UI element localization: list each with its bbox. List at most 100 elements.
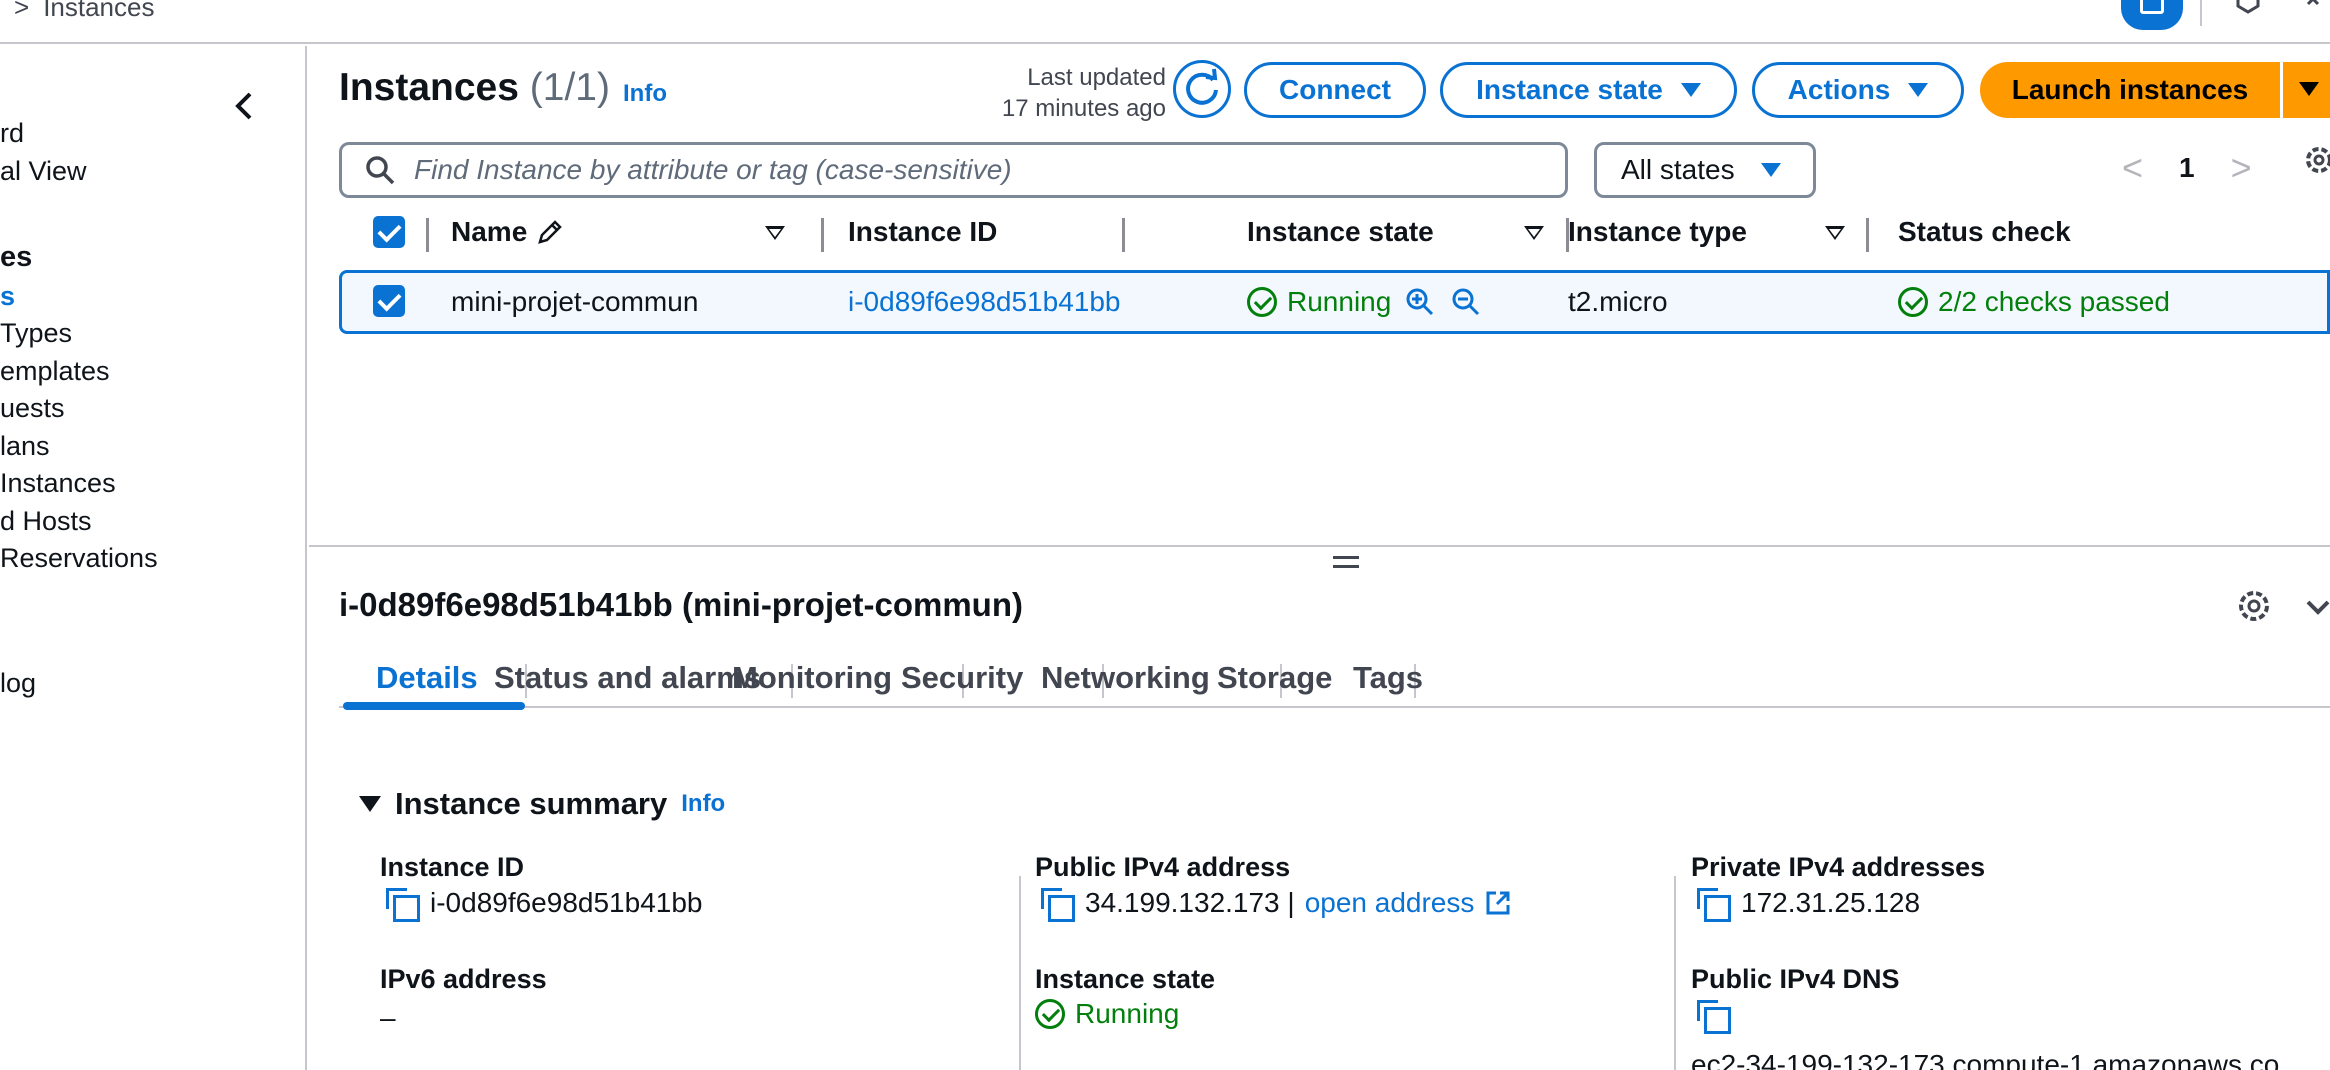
tab-tags[interactable]: Tags — [1353, 650, 1423, 706]
caret-down-icon — [1908, 83, 1929, 97]
detail-tabs: Details Status and alarms Monitoring Sec… — [339, 650, 2330, 710]
actions-dropdown[interactable]: Actions — [1752, 62, 1964, 118]
resize-handle-icon[interactable] — [1333, 556, 1359, 568]
sidebar-item-dashboard[interactable]: rd — [0, 118, 24, 149]
table-row[interactable]: mini-projet-commun i-0d89f6e98d51b41bb R… — [339, 270, 2330, 334]
sidebar-item-global-view[interactable]: al View — [0, 156, 87, 187]
instance-count: (1/1) — [529, 66, 610, 109]
instance-id-text: i-0d89f6e98d51b41bb — [430, 887, 703, 918]
refresh-button[interactable] — [1173, 60, 1231, 118]
sidebar-item-catalog[interactable]: log — [0, 668, 36, 699]
column-divider — [1019, 876, 1021, 1070]
next-page-icon[interactable]: > — [2231, 147, 2252, 189]
tab-status-and-alarms[interactable]: Status and alarms — [494, 650, 761, 706]
row-instance-type: t2.micro — [1568, 286, 1668, 317]
column-header-instance-state[interactable]: Instance state — [1247, 204, 1434, 260]
split-panel-settings-gear-icon[interactable] — [2234, 586, 2274, 626]
sidebar-item-launch-templates[interactable]: emplates — [0, 356, 110, 387]
cloudshell-icon[interactable] — [2121, 0, 2183, 30]
copy-icon[interactable] — [1695, 998, 1731, 1034]
copy-icon[interactable] — [1695, 886, 1731, 922]
sort-icon[interactable] — [1825, 226, 1845, 240]
instance-state-text: Running — [1075, 998, 1180, 1029]
breadcrumb-separator: > — [14, 0, 30, 22]
sidebar-item-instances[interactable]: s — [0, 281, 15, 312]
search-input[interactable] — [414, 154, 1514, 186]
row-checkbox[interactable] — [373, 285, 405, 317]
sidebar: rd al View es s Types emplates uests lan… — [0, 46, 307, 1070]
sidebar-item-spot-requests[interactable]: uests — [0, 393, 65, 424]
sort-icon[interactable] — [1524, 226, 1544, 240]
copy-icon[interactable] — [1039, 886, 1075, 922]
caret-down-icon — [1760, 163, 1781, 177]
sidebar-item-reserved-instances[interactable]: Instances — [0, 468, 116, 499]
private-ipv4-text: 172.31.25.128 — [1741, 887, 1921, 918]
sidebar-item-dedicated-hosts[interactable]: d Hosts — [0, 506, 92, 537]
last-updated-label: Last updated — [1027, 64, 1166, 91]
settings-icon[interactable] — [2304, 0, 2330, 20]
split-panel-divider — [309, 545, 2330, 547]
column-divider — [1866, 218, 1869, 252]
public-dns-copy — [1695, 998, 1741, 1034]
table-preferences-gear-icon[interactable] — [2299, 140, 2330, 180]
instance-id-label: Instance ID — [380, 852, 525, 882]
column-header-instance-id[interactable]: Instance ID — [848, 204, 997, 260]
launch-instances-dropdown[interactable] — [2283, 62, 2330, 118]
row-name: mini-projet-commun — [451, 286, 699, 317]
breadcrumb-current: Instances — [43, 0, 155, 22]
instance-summary-info-link[interactable]: Info — [681, 790, 725, 818]
caret-down-icon — [2299, 82, 2319, 96]
tab-details[interactable]: Details — [376, 650, 478, 706]
detail-title: i-0d89f6e98d51b41bb (mini-projet-commun) — [339, 586, 1023, 623]
page-number[interactable]: 1 — [2179, 152, 2195, 184]
sidebar-item-savings-plans[interactable]: lans — [0, 431, 50, 462]
success-check-icon — [1035, 999, 1065, 1029]
copy-icon[interactable] — [384, 886, 420, 922]
select-all-checkbox[interactable] — [373, 216, 405, 248]
launch-instances-button[interactable]: Launch instances — [1980, 62, 2280, 118]
instance-summary-header[interactable]: Instance summary Info — [359, 786, 725, 822]
row-instance-state: Running — [1247, 273, 1481, 331]
tab-monitoring[interactable]: Monitoring — [732, 650, 892, 706]
public-dns-label: Public IPv4 DNS — [1691, 964, 1900, 994]
row-status-check: 2/2 checks passed — [1898, 273, 2170, 331]
public-dns-value: ec2-34-199-132-173.compute-1.amazonaws.c… — [1691, 1049, 2280, 1070]
row-instance-id-link[interactable]: i-0d89f6e98d51b41bb — [848, 273, 1120, 331]
states-filter-dropdown[interactable]: All states — [1594, 142, 1816, 198]
column-header-status-check[interactable]: Status check — [1898, 204, 2071, 260]
column-header-instance-type[interactable]: Instance type — [1568, 204, 1747, 260]
sidebar-item-instance-types[interactable]: Types — [0, 318, 72, 349]
public-ipv4-text: 34.199.132.173 | — [1085, 887, 1295, 918]
column-name-label: Name — [451, 216, 528, 247]
refresh-icon — [1186, 68, 1218, 105]
collapse-sidebar-icon[interactable] — [230, 86, 260, 126]
tab-storage[interactable]: Storage — [1217, 650, 1332, 706]
instance-state-label: Instance state — [1476, 74, 1663, 105]
tab-networking[interactable]: Networking — [1041, 650, 1210, 706]
main-content: Instances (1/1) Info Last updated 17 min… — [309, 46, 2330, 1070]
zoom-in-icon[interactable] — [1405, 287, 1435, 317]
open-address-link[interactable]: open address — [1305, 887, 1475, 919]
column-divider — [426, 218, 429, 252]
zoom-out-icon[interactable] — [1451, 287, 1481, 317]
info-link[interactable]: Info — [623, 80, 667, 108]
instance-state-dropdown[interactable]: Instance state — [1440, 62, 1737, 118]
last-updated-time: 17 minutes ago — [1001, 95, 1166, 122]
launch-instances-label: Launch instances — [2011, 74, 2249, 105]
connect-button[interactable]: Connect — [1244, 62, 1426, 118]
breadcrumb: > Instances — [14, 0, 154, 23]
column-header-name[interactable]: Name — [451, 204, 565, 260]
top-bar: > Instances — [0, 0, 2330, 44]
prev-page-icon[interactable]: < — [2122, 147, 2143, 189]
caret-down-icon — [359, 796, 381, 812]
success-check-icon — [1898, 287, 1928, 317]
notifications-icon[interactable] — [2232, 0, 2264, 18]
public-ipv4-label: Public IPv4 address — [1035, 852, 1291, 882]
tab-security[interactable]: Security — [901, 650, 1023, 706]
sidebar-item-capacity-reservations[interactable]: Reservations — [0, 543, 158, 574]
sidebar-section-instances[interactable]: es — [0, 241, 32, 274]
chevron-down-icon[interactable] — [2303, 592, 2330, 622]
external-link-icon[interactable] — [1484, 889, 1512, 917]
sort-icon[interactable] — [765, 226, 785, 240]
search-icon — [366, 156, 395, 185]
